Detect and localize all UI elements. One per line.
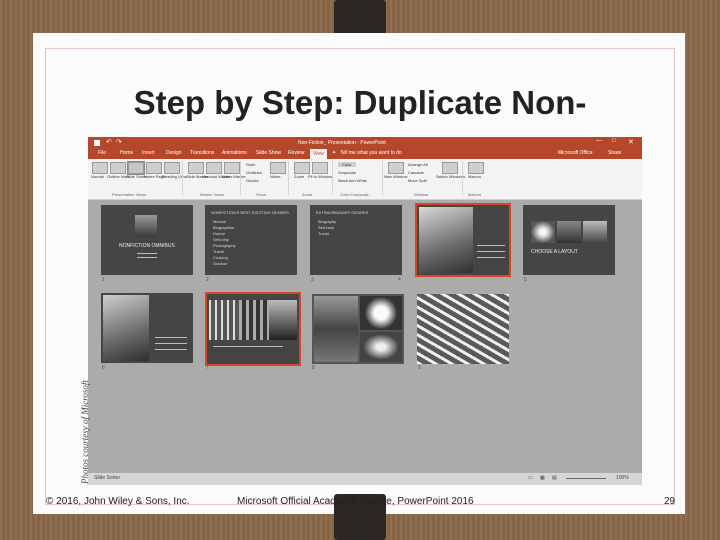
reading-view-icon[interactable]: ▤ (552, 475, 557, 481)
slide-thumbnail-7[interactable] (205, 292, 301, 366)
handout-master-button[interactable] (206, 162, 222, 174)
tab-animations[interactable]: Animations (222, 150, 247, 156)
slide-thumbnail-9[interactable] (417, 294, 509, 364)
gridlines-checkbox[interactable]: Gridlines (246, 170, 262, 175)
zoom-level[interactable]: 100% (616, 475, 629, 481)
lightbulb-icon: ✦ (332, 150, 337, 156)
trees-photo (239, 300, 269, 340)
tell-me-box[interactable]: Tell me what you want to do (340, 150, 402, 156)
grayscale-button[interactable]: Grayscale (338, 170, 356, 175)
undo-icon[interactable]: ↶ (106, 138, 112, 146)
group-window: Window (414, 192, 429, 197)
flowers-photo (360, 332, 402, 362)
flower-photo (531, 221, 555, 243)
maximize-icon[interactable]: □ (612, 138, 616, 144)
tab-insert[interactable]: Insert (142, 150, 155, 156)
ribbon: Normal Outline View Slide Sorter Notes P… (88, 159, 642, 200)
tab-slide-show[interactable]: Slide Show (256, 150, 281, 156)
status-bar: Slide Sorter ▭ ▦ ▤ 100% (88, 473, 642, 485)
tab-file[interactable]: File (98, 150, 106, 156)
fit-to-window-button[interactable] (312, 162, 328, 174)
outline-view-button[interactable] (110, 162, 126, 174)
forest-photo (209, 300, 239, 340)
slide-thumbnail-5[interactable]: CHOOSE A LAYOUT (523, 205, 615, 275)
group-macros: Macros (468, 192, 482, 197)
ruler-checkbox[interactable]: Ruler (246, 162, 256, 167)
share-button[interactable]: Share (608, 150, 621, 156)
valley-photo (314, 296, 358, 362)
move-split-button[interactable]: Move Split (408, 178, 427, 183)
tab-transitions[interactable]: Transitions (190, 150, 214, 156)
slide-thumbnail-1[interactable]: NONFICTION OMNIBUS (101, 205, 193, 275)
cascade-button[interactable]: Cascade (408, 170, 424, 175)
tree-photo (583, 221, 607, 243)
status-view: Slide Sorter (94, 475, 121, 481)
tab-design[interactable]: Design (166, 150, 182, 156)
zoom-slider[interactable] (566, 478, 606, 479)
waterfall-photo (417, 294, 509, 364)
tab-review[interactable]: Review (288, 150, 304, 156)
group-color-grayscale: Color/Grayscale (340, 192, 369, 197)
black-and-white-button[interactable]: Black and White (338, 178, 367, 183)
close-icon[interactable]: ✕ (628, 138, 634, 146)
powerpoint-screenshot: ↶ ↷ Non-Fiction_ Presentation - PowerPoi… (88, 137, 642, 485)
redo-icon[interactable]: ↷ (116, 138, 122, 146)
arrange-all-button[interactable]: Arrange All (408, 162, 428, 167)
macros-button[interactable] (468, 162, 484, 174)
notes-button[interactable] (270, 162, 286, 174)
window-titlebar: ↶ ↷ Non-Fiction_ Presentation - PowerPoi… (88, 137, 642, 149)
mountain-photo (269, 300, 297, 340)
normal-view-icon[interactable]: ▭ (528, 475, 533, 481)
photo-credit: Photos courtesy of Microsoft (80, 380, 90, 484)
slide-sorter-icon[interactable]: ▦ (540, 475, 545, 481)
user-name[interactable]: Microsoft Office (558, 150, 593, 156)
group-show: Show (256, 192, 267, 197)
slide-thumbnail-6[interactable] (101, 293, 193, 363)
slide-sorter-button[interactable] (127, 161, 145, 175)
minimize-icon[interactable]: — (596, 138, 602, 144)
reading-view-button[interactable] (164, 162, 180, 174)
normal-view-button[interactable] (92, 162, 108, 174)
window-title: Non-Fiction_ Presentation - PowerPoint (298, 140, 386, 146)
group-master-views: Master Views (200, 192, 224, 197)
slide-master-button[interactable] (188, 162, 204, 174)
new-window-button[interactable] (388, 162, 404, 174)
slide-thumbnail-3[interactable]: EXTRAORDINARY GENRES Biography Self-help… (310, 205, 402, 275)
daisy-photo (360, 296, 402, 330)
silhouette-photo (135, 215, 157, 237)
footer-course: Microsoft Official Academic Course, Powe… (237, 496, 474, 507)
save-icon[interactable] (94, 140, 100, 146)
group-zoom: Zoom (302, 192, 313, 197)
slide-thumbnail-4[interactable] (415, 203, 511, 277)
footer-copyright: © 2016, John Wiley & Sons, Inc. (46, 496, 190, 507)
guides-checkbox[interactable]: Guides (246, 178, 259, 183)
zoom-button[interactable] (294, 162, 310, 174)
feather-photo (419, 207, 473, 273)
color-button[interactable]: Color (338, 162, 356, 167)
page-number: 29 (664, 496, 676, 507)
slide-thumbnail-2[interactable]: NONFICTION'S BEST EXCITING GENRES Memoir… (205, 205, 297, 275)
forest-photo (557, 221, 581, 243)
notes-page-button[interactable] (146, 162, 162, 174)
notes-master-button[interactable] (224, 162, 240, 174)
tab-home[interactable]: Home (120, 150, 133, 156)
ribbon-tabs: File Home Insert Design Transitions Anim… (88, 149, 642, 159)
switch-windows-button[interactable] (442, 162, 458, 174)
slide-thumbnail-8[interactable] (312, 294, 404, 364)
slide-title: Step by Step: Duplicate Non- (133, 84, 587, 121)
feather-photo (103, 295, 149, 361)
tab-view[interactable]: View (310, 149, 327, 159)
group-presentation-views: Presentation Views (112, 192, 147, 197)
